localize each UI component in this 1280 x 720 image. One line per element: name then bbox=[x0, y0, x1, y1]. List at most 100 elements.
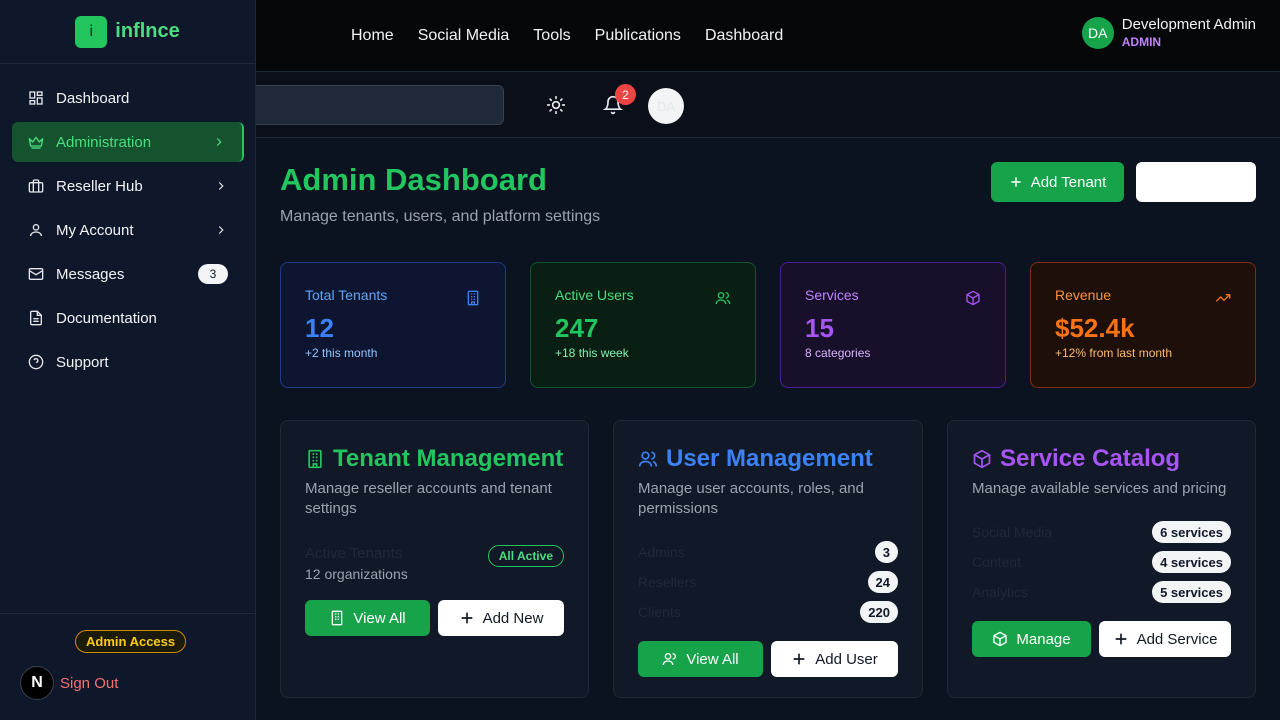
building-icon bbox=[308, 449, 322, 469]
nav-link-social-media[interactable]: Social Media bbox=[418, 24, 510, 48]
mail-icon bbox=[28, 268, 44, 280]
dashboard-icon bbox=[29, 91, 43, 105]
stat-value: $52.4k bbox=[1055, 313, 1135, 343]
sign-out-label[interactable]: Sign Out bbox=[60, 675, 118, 692]
sidebar-item-label: Reseller Hub bbox=[56, 177, 143, 195]
messages-count-badge: 3 bbox=[198, 264, 228, 284]
sidebar-item-administration[interactable]: Administration bbox=[12, 122, 244, 162]
n-logo[interactable]: N bbox=[20, 666, 54, 700]
building-icon bbox=[467, 290, 479, 306]
stat-card-total-tenants: Total Tenants 12 +2 this month bbox=[280, 262, 506, 388]
nav-link-publications[interactable]: Publications bbox=[595, 24, 681, 48]
building-icon bbox=[332, 610, 343, 626]
box-icon bbox=[973, 449, 991, 469]
sidebar-item-label: My Account bbox=[56, 221, 134, 239]
card-title: Service Catalog bbox=[1000, 445, 1181, 472]
user-management-card: User Management Manage user accounts, ro… bbox=[613, 420, 923, 698]
row-count: 4 services bbox=[1152, 551, 1231, 573]
chevron-right-icon bbox=[218, 182, 224, 190]
user-icon bbox=[30, 224, 42, 237]
user-avatar[interactable]: DA bbox=[1081, 17, 1114, 49]
sun-icon[interactable] bbox=[546, 95, 566, 115]
button-label: View All bbox=[686, 650, 739, 668]
card-title: Tenant Management bbox=[333, 445, 564, 472]
manage-services-button[interactable]: Manage bbox=[972, 621, 1091, 657]
stat-card-active-users: Active Users 247 +18 this week bbox=[530, 262, 756, 388]
active-tenants-label: Active Tenants bbox=[305, 545, 403, 562]
sidebar-item-support[interactable]: Support bbox=[12, 342, 244, 382]
button-label: View All bbox=[353, 609, 406, 627]
button-label: Add User bbox=[815, 650, 878, 668]
stat-delta: +2 this month bbox=[305, 346, 378, 360]
button-label: Manage bbox=[1016, 630, 1071, 648]
page-subtitle: Manage tenants, users, and platform sett… bbox=[280, 208, 601, 225]
stat-card-revenue: Revenue $52.4k +12% from last month bbox=[1030, 262, 1256, 388]
chevron-right-icon bbox=[216, 138, 222, 146]
help-circle-icon bbox=[28, 354, 44, 370]
view-all-tenants-button[interactable]: View All bbox=[305, 600, 430, 636]
profile-avatar[interactable]: DA bbox=[648, 88, 684, 124]
nav-link-home[interactable]: Home bbox=[351, 24, 394, 48]
sidebar-item-label: Dashboard bbox=[56, 89, 130, 107]
sidebar-nav: Dashboard Administration Reseller Hub My… bbox=[12, 78, 244, 386]
card-description: Manage user accounts, roles, and permiss… bbox=[638, 480, 864, 517]
sidebar-item-my-account[interactable]: My Account bbox=[12, 210, 244, 250]
add-new-tenant-button[interactable]: Add New bbox=[438, 600, 564, 636]
row-count: 6 services bbox=[1152, 521, 1231, 543]
sidebar-item-label: Administration bbox=[56, 133, 152, 151]
service-category-row: Social Media 6 services bbox=[972, 517, 1231, 547]
stat-card-services: Services 15 8 categories bbox=[780, 262, 1006, 388]
button-label: Add Service bbox=[1136, 630, 1218, 648]
active-tenants-count: 12 organizations bbox=[305, 566, 408, 582]
sidebar-item-messages[interactable]: Messages 3 bbox=[12, 254, 244, 294]
plus-icon bbox=[1115, 633, 1126, 645]
row-label: Resellers bbox=[638, 574, 697, 590]
stat-label: Revenue bbox=[1055, 287, 1112, 303]
users-icon bbox=[715, 292, 731, 305]
add-user-button[interactable]: Add User bbox=[771, 641, 898, 677]
box-icon bbox=[966, 290, 980, 306]
sidebar-item-reseller-hub[interactable]: Reseller Hub bbox=[12, 166, 244, 206]
notification-badge: 2 bbox=[615, 84, 636, 105]
add-tenant-button[interactable]: Add Tenant bbox=[991, 162, 1124, 202]
users-icon bbox=[663, 653, 677, 666]
view-all-users-button[interactable]: View All bbox=[638, 641, 763, 677]
crown-icon bbox=[28, 136, 44, 149]
box-icon bbox=[993, 631, 1008, 647]
card-title: User Management bbox=[666, 445, 873, 472]
brand-name: inflnce bbox=[115, 20, 180, 42]
users-icon bbox=[638, 451, 658, 467]
user-name: Development Admin bbox=[1121, 16, 1256, 33]
brand-logo: i bbox=[75, 15, 108, 48]
stat-label: Services bbox=[805, 287, 859, 303]
stat-delta: 8 categories bbox=[805, 346, 871, 360]
nav-link-tools[interactable]: Tools bbox=[533, 24, 570, 48]
tenant-management-card: Tenant Management Manage reseller accoun… bbox=[280, 420, 589, 698]
user-role-row: Admins 3 bbox=[638, 537, 898, 567]
user-menu[interactable]: DA Development Admin ADMIN bbox=[1081, 16, 1256, 50]
search-input[interactable] bbox=[240, 85, 504, 125]
sidebar-item-dashboard[interactable]: Dashboard bbox=[12, 78, 244, 118]
row-label: Admins bbox=[638, 544, 685, 560]
sidebar: i inflnce Dashboard Administration Resel… bbox=[0, 0, 256, 720]
row-count: 220 bbox=[860, 601, 898, 623]
row-label: Content bbox=[972, 554, 1022, 570]
sidebar-item-label: Messages bbox=[56, 265, 125, 283]
add-service-button[interactable]: Add Service bbox=[1099, 621, 1231, 657]
document-icon bbox=[30, 310, 42, 326]
page-title: Admin Dashboard bbox=[280, 162, 547, 197]
chevron-right-icon bbox=[218, 226, 224, 234]
stat-label: Active Users bbox=[555, 287, 634, 303]
secondary-action-button[interactable] bbox=[1136, 162, 1256, 202]
row-count: 5 services bbox=[1152, 581, 1231, 603]
trending-up-icon bbox=[1215, 294, 1231, 302]
sidebar-item-label: Support bbox=[56, 353, 109, 371]
stat-value: 247 bbox=[555, 313, 599, 343]
brand[interactable]: i inflnce bbox=[0, 0, 255, 64]
sidebar-item-documentation[interactable]: Documentation bbox=[12, 298, 244, 338]
service-catalog-card: Service Catalog Manage available service… bbox=[947, 420, 1256, 698]
sign-out-button[interactable]: N Sign Out bbox=[20, 666, 118, 700]
stat-value: 12 bbox=[305, 313, 334, 343]
nav-link-dashboard[interactable]: Dashboard bbox=[705, 24, 783, 48]
row-count: 3 bbox=[874, 541, 898, 563]
